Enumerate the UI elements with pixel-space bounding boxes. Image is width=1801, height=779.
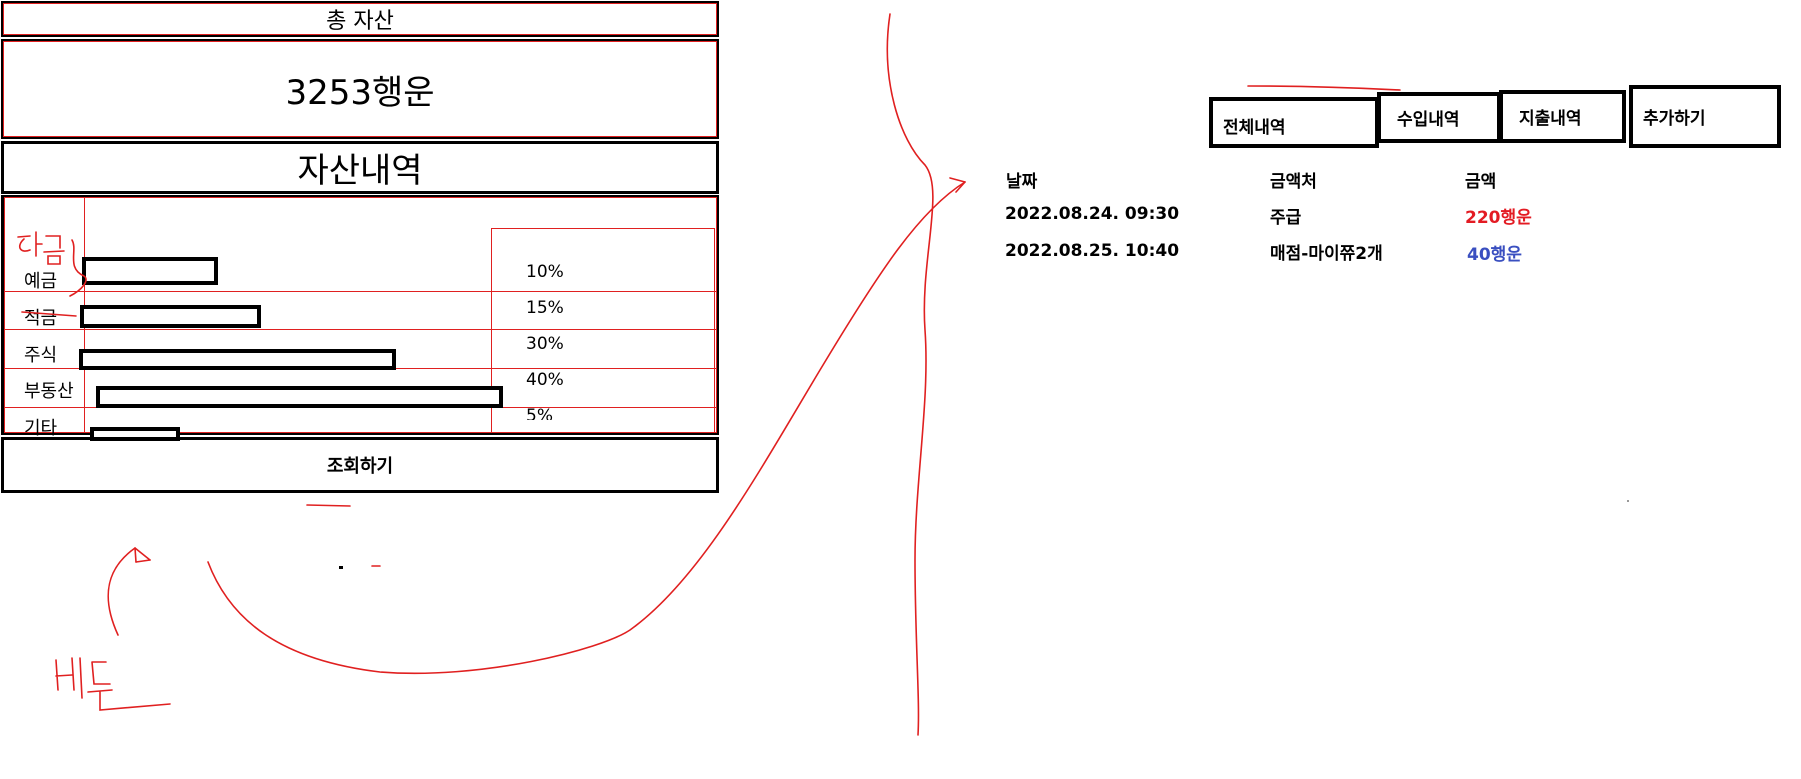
handwriting-stroke [43,235,65,265]
handwriting-stroke [55,657,83,699]
scribble-stroke [306,504,351,507]
ink-dot [339,566,343,569]
ink-dot [1627,500,1629,502]
handwriting-stroke [87,661,171,711]
button-arrow-stroke [107,547,136,636]
button-to-table-arrow [207,181,966,675]
button-to-table-arrowhead [949,177,966,193]
label-curl-stroke [69,239,87,297]
strike-stroke [21,311,77,317]
button-arrow-tail [135,559,151,563]
tabs-underline-stroke [1247,85,1401,91]
annotation-layer [17,13,1629,736]
divider-stroke [886,13,934,736]
handwriting-stroke [17,231,43,257]
